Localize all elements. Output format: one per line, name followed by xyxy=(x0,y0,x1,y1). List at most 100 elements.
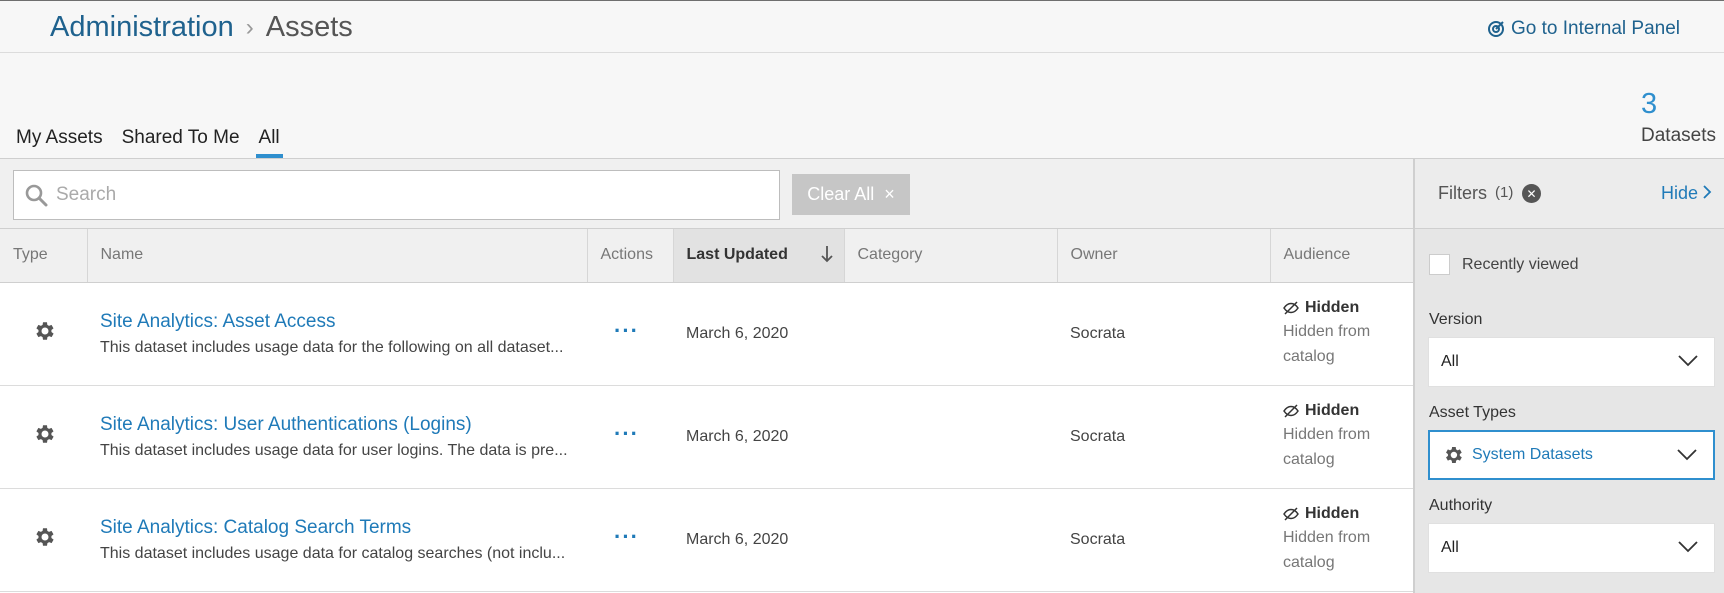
category-cell xyxy=(844,385,1057,489)
clear-all-button[interactable]: Clear All × xyxy=(792,174,910,215)
column-header-owner[interactable]: Owner xyxy=(1057,229,1271,283)
gear-icon xyxy=(35,425,54,443)
audience-title: Hidden xyxy=(1283,299,1413,317)
type-cell xyxy=(0,385,87,489)
asset-description: This dataset includes usage data for cat… xyxy=(100,544,566,562)
version-select[interactable]: All xyxy=(1428,337,1715,387)
column-header-type[interactable]: Type xyxy=(0,229,88,283)
eye-slash-icon xyxy=(1283,300,1299,315)
chevron-down-icon xyxy=(1678,355,1698,367)
audience-title: Hidden xyxy=(1283,505,1413,523)
asset-name-link[interactable]: Site Analytics: Asset Access xyxy=(100,311,587,333)
table-header-row: Type Name Actions Last Updated Category … xyxy=(0,229,1413,283)
breadcrumb-separator: › xyxy=(245,13,254,41)
audience-title-text: Hidden xyxy=(1305,298,1360,316)
version-value: All xyxy=(1441,353,1459,370)
table-row: Site Analytics: User Authentications (Lo… xyxy=(0,385,1413,489)
actions-cell: ··· xyxy=(587,282,673,386)
filters-count: (1) xyxy=(1495,184,1514,201)
internal-panel-link[interactable]: Go to Internal Panel xyxy=(1487,18,1680,40)
assets-table: Type Name Actions Last Updated Category … xyxy=(0,229,1413,592)
audience-subtitle: Hidden from catalog xyxy=(1283,425,1371,468)
asset-name-link[interactable]: Site Analytics: User Authentications (Lo… xyxy=(100,414,587,436)
hide-filters-button[interactable]: Hide xyxy=(1661,183,1712,204)
tab-my-assets[interactable]: My Assets xyxy=(16,127,103,157)
internal-panel-icon xyxy=(1488,21,1504,37)
gear-icon xyxy=(1446,447,1462,463)
audience-title-text: Hidden xyxy=(1305,504,1360,522)
type-cell xyxy=(0,488,87,592)
dataset-count: 3 Datasets xyxy=(1641,88,1716,147)
audience-cell: Hidden Hidden from catalog xyxy=(1270,488,1413,592)
clear-filters-icon[interactable]: ✕ xyxy=(1522,184,1541,203)
dataset-count-number: 3 xyxy=(1641,88,1658,120)
column-header-name[interactable]: Name xyxy=(87,229,588,283)
more-actions-icon[interactable]: ··· xyxy=(614,319,639,341)
category-cell xyxy=(844,488,1057,592)
assets-main: Clear All × Type Name Actions Last Updat… xyxy=(0,158,1413,593)
name-cell: Site Analytics: User Authentications (Lo… xyxy=(87,385,587,489)
close-icon: × xyxy=(884,184,895,204)
actions-cell: ··· xyxy=(587,488,673,592)
gear-icon xyxy=(35,528,54,546)
asset-name-link[interactable]: Site Analytics: Catalog Search Terms xyxy=(100,517,587,539)
asset-description: This dataset includes usage data for the… xyxy=(100,338,564,356)
asset-types-label: Asset Types xyxy=(1429,404,1516,421)
name-cell: Site Analytics: Asset Access This datase… xyxy=(87,282,587,386)
recently-viewed-row: Recently viewed xyxy=(1429,254,1579,275)
gear-icon xyxy=(35,322,54,340)
version-label: Version xyxy=(1429,311,1483,328)
filters-title: Filters xyxy=(1438,183,1487,203)
name-cell: Site Analytics: Catalog Search Terms Thi… xyxy=(87,488,587,592)
actions-cell: ··· xyxy=(587,385,673,489)
chevron-right-icon xyxy=(1703,185,1712,199)
column-header-audience[interactable]: Audience xyxy=(1270,229,1413,283)
breadcrumb-administration-link[interactable]: Administration xyxy=(50,11,234,44)
last-updated-cell: March 6, 2020 xyxy=(673,385,844,489)
hide-filters-label: Hide xyxy=(1660,183,1698,203)
asset-types-value: System Datasets xyxy=(1472,446,1593,463)
column-header-category[interactable]: Category xyxy=(844,229,1058,283)
category-cell xyxy=(844,282,1057,386)
sort-descending-icon xyxy=(820,246,833,263)
audience-title: Hidden xyxy=(1283,402,1413,420)
chevron-down-icon xyxy=(1677,449,1697,461)
tab-all[interactable]: All xyxy=(255,127,283,158)
filters-header: Filters (1) ✕ Hide xyxy=(1415,159,1724,229)
clear-all-label: Clear All xyxy=(807,184,875,204)
column-header-actions: Actions xyxy=(587,229,674,283)
more-actions-icon[interactable]: ··· xyxy=(614,422,639,444)
top-bar: Administration › Assets Go to Internal P… xyxy=(0,0,1724,53)
owner-cell: Socrata xyxy=(1057,385,1270,489)
owner-cell: Socrata xyxy=(1057,282,1270,386)
table-row: Site Analytics: Asset Access This datase… xyxy=(0,282,1413,386)
internal-panel-label: Go to Internal Panel xyxy=(1511,18,1680,39)
breadcrumb: Administration › Assets xyxy=(50,11,353,44)
audience-title-text: Hidden xyxy=(1305,401,1360,419)
audience-cell: Hidden Hidden from catalog xyxy=(1270,385,1413,489)
authority-select[interactable]: All xyxy=(1428,523,1715,573)
audience-subtitle: Hidden from catalog xyxy=(1283,528,1371,571)
eye-slash-icon xyxy=(1283,403,1299,418)
asset-description: This dataset includes usage data for use… xyxy=(100,441,568,459)
authority-label: Authority xyxy=(1429,497,1493,514)
search-box xyxy=(13,170,780,220)
last-updated-cell: March 6, 2020 xyxy=(673,282,844,386)
recently-viewed-checkbox[interactable] xyxy=(1429,254,1450,275)
asset-types-select[interactable]: System Datasets xyxy=(1428,430,1715,480)
column-header-last-updated-label: Last Updated xyxy=(686,246,788,264)
authority-value: All xyxy=(1441,539,1459,556)
eye-slash-icon xyxy=(1283,506,1299,521)
chevron-down-icon xyxy=(1678,541,1698,553)
tab-shared-to-me[interactable]: Shared To Me xyxy=(122,127,240,157)
audience-cell: Hidden Hidden from catalog xyxy=(1270,282,1413,386)
filters-panel: Filters (1) ✕ Hide Recently viewed Versi… xyxy=(1413,158,1724,593)
column-header-last-updated[interactable]: Last Updated xyxy=(673,229,845,283)
last-updated-cell: March 6, 2020 xyxy=(673,488,844,592)
recently-viewed-label: Recently viewed xyxy=(1462,255,1579,273)
search-input[interactable] xyxy=(56,184,756,206)
more-actions-icon[interactable]: ··· xyxy=(614,525,639,547)
search-icon xyxy=(25,184,48,207)
table-row: Site Analytics: Catalog Search Terms Thi… xyxy=(0,488,1413,592)
asset-tabs: My Assets Shared To Me All xyxy=(16,127,299,158)
